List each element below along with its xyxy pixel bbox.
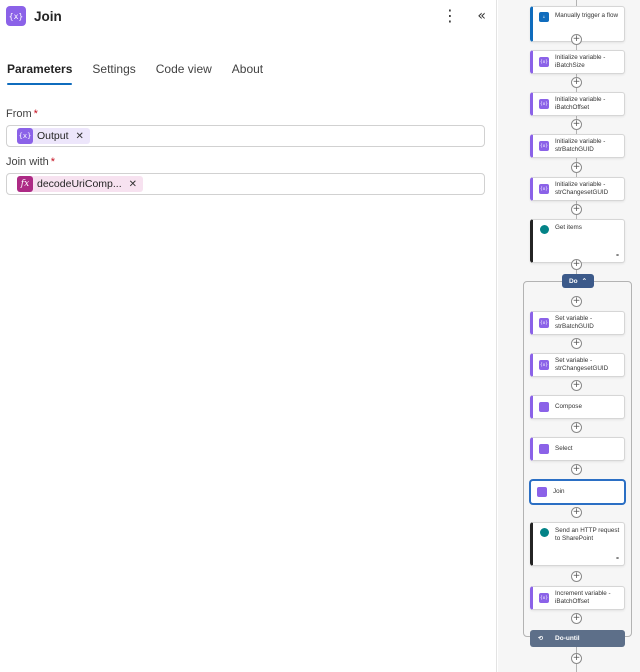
action-details-panel: {x} Join ⋮ « Parameters Settings Code vi… — [0, 0, 497, 672]
add-step-icon[interactable]: + — [571, 571, 582, 582]
remove-token-icon[interactable]: ✕ — [76, 131, 84, 142]
add-step-icon[interactable]: + — [571, 34, 582, 45]
from-token[interactable]: {x} Output ✕ — [17, 128, 90, 144]
from-token-label: Output — [37, 130, 69, 142]
flow-step-send-http-sharepoint[interactable]: Send an HTTP request to SharePoint ⚭ — [530, 522, 625, 566]
tab-about[interactable]: About — [232, 62, 263, 85]
add-step-icon[interactable]: + — [571, 613, 582, 624]
flow-step-get-items[interactable]: Get items ⚭ — [530, 219, 625, 263]
variable-icon: {x} — [539, 593, 549, 603]
chevron-up-icon[interactable]: ⌃ — [582, 277, 587, 285]
data-operation-icon — [539, 444, 549, 454]
manual-trigger-icon: ↓ — [539, 12, 549, 22]
join-with-token[interactable]: fx decodeUriComp... ✕ — [17, 176, 144, 192]
step-label: Initialize variable - strChangesetGUID — [555, 181, 609, 196]
tab-code-view[interactable]: Code view — [156, 62, 212, 85]
step-label: Initialize variable - iBatchSize — [555, 54, 606, 69]
add-step-icon[interactable]: + — [571, 464, 582, 475]
from-input[interactable]: {x} Output ✕ — [6, 125, 485, 147]
step-label: Compose — [555, 403, 582, 410]
loop-icon: ⟲ — [538, 636, 544, 642]
variable-icon: {x} — [539, 360, 549, 370]
join-with-input[interactable]: fx decodeUriComp... ✕ — [6, 173, 485, 195]
flow-step-init-strchangesetguid[interactable]: {x} Initialize variable - strChangesetGU… — [530, 177, 625, 201]
variable-icon: {x} — [539, 184, 549, 194]
collapse-panel-icon[interactable]: « — [477, 5, 486, 27]
from-label-text: From — [6, 108, 32, 120]
data-operation-icon — [537, 487, 547, 497]
flow-step-increment-ibatchoffset[interactable]: {x} Increment variable - iBatchOffset — [530, 586, 625, 610]
loop-end-label: Do-until — [555, 635, 580, 642]
step-label: Initialize variable - strBatchGUID — [555, 138, 606, 153]
flow-step-set-strchangesetguid[interactable]: {x} Set variable - strChangesetGUID — [530, 353, 625, 377]
join-with-token-label: decodeUriComp... — [37, 178, 122, 190]
required-marker: * — [50, 156, 56, 168]
add-step-icon[interactable]: + — [571, 338, 582, 349]
panel-header: {x} Join ⋮ « — [6, 5, 496, 27]
flow-step-init-strbatchguid[interactable]: {x} Initialize variable - strBatchGUID — [530, 134, 625, 158]
required-marker: * — [33, 108, 38, 120]
variable-icon: {x} — [539, 141, 549, 151]
link-icon: ⚭ — [614, 556, 620, 562]
add-step-icon[interactable]: + — [571, 653, 582, 664]
add-step-icon[interactable]: + — [571, 259, 582, 270]
sharepoint-icon — [539, 527, 549, 537]
flow-step-set-strbatchguid[interactable]: {x} Set variable - strBatchGUID — [530, 311, 625, 335]
step-label: Select — [555, 445, 573, 452]
flow-step-join[interactable]: Join — [530, 480, 625, 504]
expression-icon: fx — [17, 176, 33, 192]
flow-step-compose[interactable]: Compose — [530, 395, 625, 419]
variable-icon: {x} — [539, 318, 549, 328]
step-label: Join — [553, 488, 565, 495]
add-step-icon[interactable]: + — [571, 296, 582, 307]
more-options-icon[interactable]: ⋮ — [442, 5, 458, 27]
data-operation-icon — [539, 402, 549, 412]
step-label: Manually trigger a flow — [555, 12, 618, 19]
step-label: Increment variable - iBatchOffset — [555, 590, 611, 605]
step-label: Set variable - strBatchGUID — [555, 315, 594, 330]
from-label: From * — [6, 108, 38, 120]
add-step-icon[interactable]: + — [571, 77, 582, 88]
add-step-icon[interactable]: + — [571, 204, 582, 215]
variable-icon: {x} — [6, 6, 26, 26]
step-label: Initialize variable - iBatchOffset — [555, 96, 606, 111]
tab-parameters[interactable]: Parameters — [7, 62, 73, 85]
remove-token-icon[interactable]: ✕ — [129, 179, 137, 190]
variable-icon: {x} — [539, 57, 549, 67]
panel-title: Join — [34, 8, 62, 24]
link-icon: ⚭ — [614, 253, 620, 259]
step-label: Send an HTTP request to SharePoint — [555, 527, 620, 542]
step-label: Get items — [555, 224, 582, 231]
flow-step-init-ibatchoffset[interactable]: {x} Initialize variable - iBatchOffset — [530, 92, 625, 116]
variable-icon: {x} — [17, 128, 33, 144]
sharepoint-icon — [539, 224, 549, 234]
panel-tabs: Parameters Settings Code view About — [7, 62, 283, 85]
add-step-icon[interactable]: + — [571, 507, 582, 518]
do-until-footer[interactable]: ⟲ Do-until — [530, 630, 625, 647]
loop-label: Do — [568, 277, 578, 285]
add-step-icon[interactable]: + — [571, 380, 582, 391]
join-with-label: Join with * — [6, 156, 55, 168]
step-label: Set variable - strChangesetGUID — [555, 357, 609, 372]
join-with-label-text: Join with — [6, 156, 49, 168]
flow-step-init-ibatchsize[interactable]: {x} Initialize variable - iBatchSize — [530, 50, 625, 74]
add-step-icon[interactable]: + — [571, 162, 582, 173]
flow-step-select[interactable]: Select — [530, 437, 625, 461]
tab-settings[interactable]: Settings — [92, 62, 135, 85]
add-step-icon[interactable]: + — [571, 422, 582, 433]
do-until-header[interactable]: Do ⌃ — [562, 274, 594, 288]
variable-icon: {x} — [539, 99, 549, 109]
add-step-icon[interactable]: + — [571, 119, 582, 130]
